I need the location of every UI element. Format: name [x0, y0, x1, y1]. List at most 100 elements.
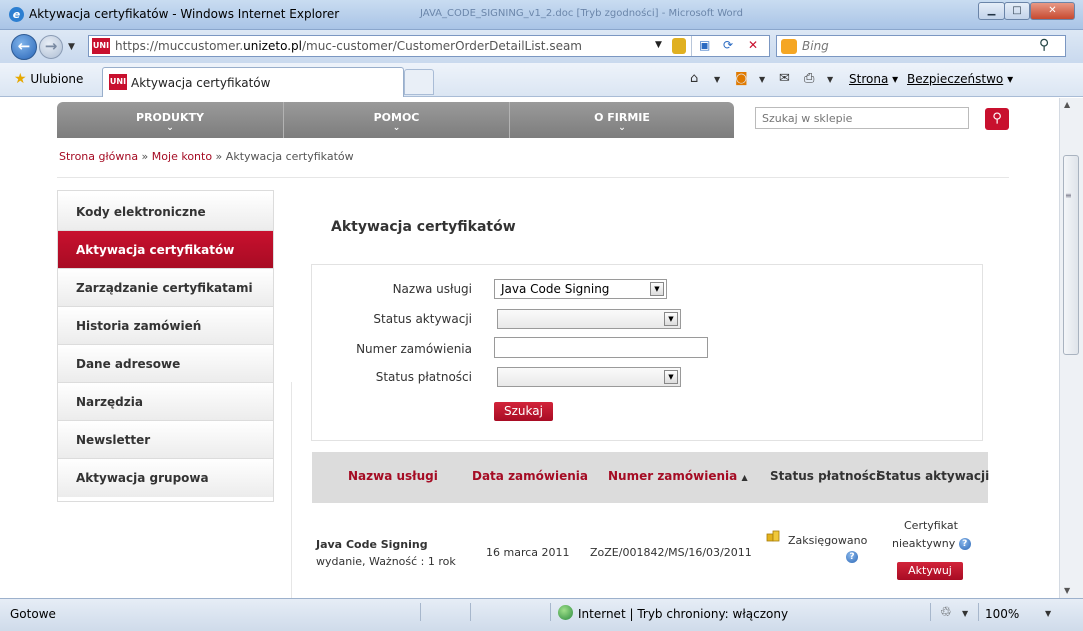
breadcrumb-home-link[interactable]: Strona główna	[59, 150, 138, 163]
column-header-order-date[interactable]: Data zamówienia	[472, 469, 588, 483]
favorites-bar: ★ Ulubione UNI Aktywacja certyfikatów ⌂ …	[0, 63, 1083, 97]
rss-feed-icon[interactable]: ◙	[735, 71, 748, 86]
security-zone[interactable]: Internet | Tryb chroniony: włączony	[578, 607, 788, 621]
menu-item-produkty[interactable]: PRODUKTY ⌄	[57, 102, 283, 138]
menu-label: O FIRMIE	[594, 111, 650, 124]
vertical-scrollbar[interactable]: ▲ ≡ ▼	[1059, 98, 1083, 598]
breadcrumb-separator: »	[138, 150, 152, 163]
site-favicon-icon: UNI	[92, 38, 110, 54]
order-number-label: Numer zamówienia	[356, 342, 472, 356]
star-icon: ★	[14, 71, 27, 87]
row-payment-status: Zaksięgowano	[788, 534, 868, 547]
sidebar-item-narzedzia[interactable]: Narzędzia	[58, 383, 273, 421]
divider	[291, 382, 292, 598]
service-label: Nazwa usługi	[392, 282, 472, 296]
home-dropdown-icon[interactable]: ▼	[714, 75, 720, 84]
sidebar-item-newsletter[interactable]: Newsletter	[58, 421, 273, 459]
security-lock-icon[interactable]	[672, 38, 686, 54]
address-bar[interactable]: UNI https://muccustomer.unizeto.pl/muc-c…	[88, 35, 770, 57]
column-header-payment-status: Status płatności	[770, 469, 881, 483]
back-button[interactable]: ←	[11, 34, 37, 60]
shop-search-button[interactable]: ⚲	[985, 108, 1009, 130]
address-dropdown-icon[interactable]: ▼	[655, 40, 662, 50]
status-text: Gotowe	[10, 607, 56, 621]
sidebar-item-kody-elektroniczne[interactable]: Kody elektroniczne	[58, 193, 273, 231]
site-favicon-icon: UNI	[109, 74, 127, 90]
window-title: Aktywacja certyfikatów - Windows Interne…	[29, 7, 340, 21]
stop-icon[interactable]: ✕	[748, 38, 758, 52]
recent-pages-dropdown[interactable]: ▼	[68, 42, 75, 52]
column-header-label: Numer zamówienia	[608, 469, 738, 483]
breadcrumb-account-link[interactable]: Moje konto	[152, 150, 212, 163]
new-tab-button[interactable]	[404, 69, 434, 95]
refresh-icon[interactable]: ⟳	[723, 38, 733, 52]
column-header-order-number[interactable]: Numer zamówienia ▲	[608, 469, 748, 483]
scrollbar-thumb[interactable]	[1063, 155, 1079, 355]
divider	[420, 603, 421, 621]
page-title: Aktywacja certyfikatów	[331, 219, 516, 235]
help-icon[interactable]: ?	[958, 538, 971, 550]
sidebar-item-historia-zamowien[interactable]: Historia zamówień	[58, 307, 273, 345]
row-service-detail: wydanie, Ważność : 1 rok	[316, 555, 456, 568]
divider	[691, 36, 692, 56]
shop-search-input[interactable]	[755, 107, 969, 129]
service-select[interactable]: Java Code Signing ▼	[494, 279, 667, 299]
site-main-menu: PRODUKTY ⌄ POMOC ⌄ O FIRMIE ⌄	[57, 102, 734, 138]
print-dropdown-icon[interactable]: ▼	[827, 75, 833, 84]
scroll-down-icon[interactable]: ▼	[1064, 586, 1070, 595]
zoom-dropdown-icon[interactable]: ▼	[1045, 609, 1051, 618]
table-row: Java Code Signing wydanie, Ważność : 1 r…	[312, 503, 988, 598]
row-activation-status-line2: nieaktywny	[892, 537, 956, 550]
breadcrumb-separator: »	[212, 150, 226, 163]
favorites-button[interactable]: ★ Ulubione	[14, 71, 83, 87]
compatibility-view-icon[interactable]: ▣	[699, 38, 710, 52]
close-button[interactable]: ✕	[1030, 2, 1075, 20]
sidebar-item-zarzadzanie-certyfikatami[interactable]: Zarządzanie certyfikatami	[58, 269, 273, 307]
activation-status-label: Status aktywacji	[373, 312, 472, 326]
search-icon[interactable]: ⚲	[1039, 37, 1049, 53]
row-order-number: ZoZE/001842/MS/16/03/2011	[590, 546, 752, 559]
mail-icon[interactable]: ✉	[779, 71, 790, 86]
menu-label: PRODUKTY	[136, 111, 204, 124]
scroll-up-icon[interactable]: ▲	[1064, 100, 1070, 109]
chevron-down-icon: ▼	[664, 370, 678, 384]
payment-status-help[interactable]: ?	[846, 550, 858, 563]
results-table-header: Nazwa usługi Data zamówienia Numer zamów…	[312, 452, 989, 503]
feed-dropdown-icon[interactable]: ▼	[759, 75, 765, 84]
activate-button[interactable]: Aktywuj	[897, 562, 963, 580]
payment-status-select[interactable]: ▼	[497, 367, 681, 387]
column-header-service[interactable]: Nazwa usługi	[348, 469, 438, 483]
address-url[interactable]: https://muccustomer.unizeto.pl/muc-custo…	[115, 39, 582, 53]
search-button[interactable]: Szukaj	[494, 402, 553, 421]
menu-item-pomoc[interactable]: POMOC ⌄	[283, 102, 509, 138]
sidebar-item-dane-adresowe[interactable]: Dane adresowe	[58, 345, 273, 383]
divider	[550, 603, 551, 621]
chevron-down-icon: ▼	[650, 282, 664, 296]
page-menu[interactable]: Strona ▾	[849, 72, 898, 86]
window-title-bar: e Aktywacja certyfikatów - Windows Inter…	[0, 0, 1083, 30]
activation-status-select[interactable]: ▼	[497, 309, 681, 329]
order-number-input[interactable]	[494, 337, 708, 358]
page-viewport: PRODUKTY ⌄ POMOC ⌄ O FIRMIE ⌄ ⚲ Strona g…	[0, 98, 1059, 598]
globe-icon	[558, 605, 573, 620]
chevron-down-icon[interactable]: ▼	[962, 609, 968, 618]
row-activation-status-line1: Certyfikat	[904, 519, 958, 532]
sidebar-item-aktywacja-certyfikatow[interactable]: Aktywacja certyfikatów	[58, 231, 273, 269]
sidebar-item-aktywacja-grupowa[interactable]: Aktywacja grupowa	[58, 459, 273, 497]
tab-aktywacja-certyfikatow[interactable]: UNI Aktywacja certyfikatów	[102, 67, 404, 97]
maximize-button[interactable]: □	[1004, 2, 1030, 20]
menu-item-o-firmie[interactable]: O FIRMIE ⌄	[509, 102, 734, 138]
safety-menu[interactable]: Bezpieczeństwo ▾	[907, 72, 1013, 86]
payment-status-label: Status płatności	[375, 370, 472, 384]
popup-blocker-icon[interactable]: ♲	[940, 605, 952, 620]
forward-button[interactable]: →	[39, 35, 63, 59]
minimize-button[interactable]: ▁	[978, 2, 1005, 20]
background-window-title: JAVA_CODE_SIGNING_v1_2.doc [Tryb zgodnoś…	[420, 8, 743, 19]
menu-label: POMOC	[373, 111, 420, 124]
internet-explorer-icon: e	[9, 7, 24, 22]
search-box[interactable]: Bing ⚲	[776, 35, 1066, 57]
zoom-level[interactable]: 100%	[985, 607, 1019, 621]
home-icon[interactable]: ⌂	[690, 71, 698, 86]
search-input[interactable]: Bing	[802, 39, 829, 53]
print-icon[interactable]: ⎙	[804, 71, 814, 86]
